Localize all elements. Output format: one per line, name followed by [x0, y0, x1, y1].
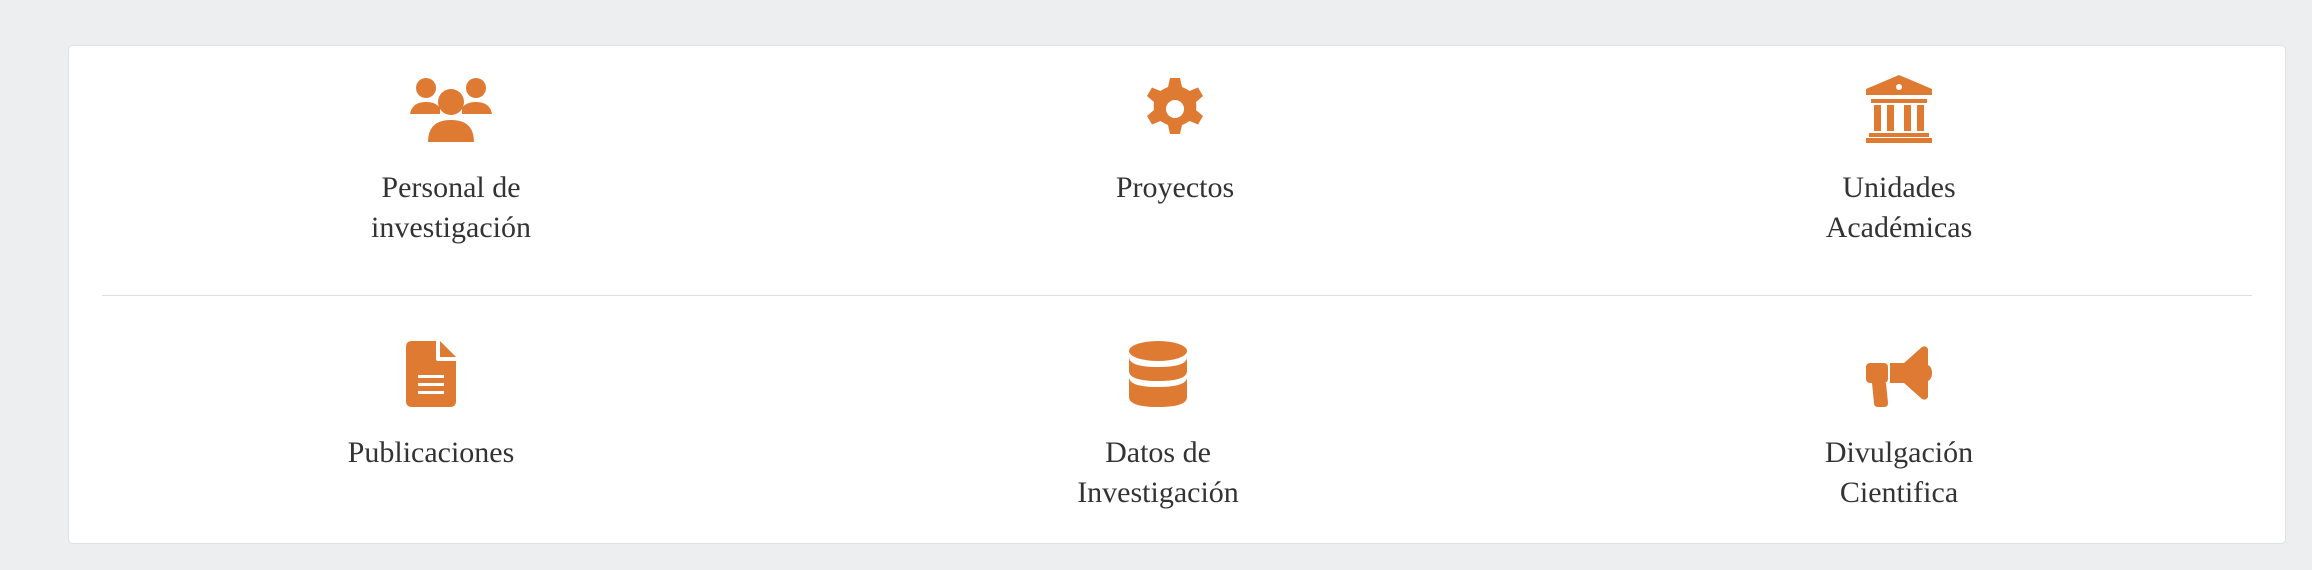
tile-label: Divulgación Cientifica — [1824, 436, 1974, 509]
gear-icon — [1142, 74, 1208, 144]
tile-label: Personal de investigación — [371, 171, 531, 244]
tile-personal-investigacion[interactable]: Personal de investigación — [201, 74, 701, 248]
tile-label: Datos de Investigación — [1077, 436, 1239, 509]
tile-datos-investigacion[interactable]: Datos de Investigación — [908, 339, 1408, 513]
tile-publicaciones[interactable]: Publicaciones — [181, 339, 681, 473]
users-icon — [410, 74, 492, 144]
institution-icon — [1866, 74, 1932, 144]
tile-label: Proyectos — [1115, 171, 1235, 204]
row-divider — [102, 295, 2252, 296]
bullhorn-icon — [1866, 339, 1932, 409]
tile-unidades-academicas[interactable]: Unidades Académicas — [1649, 74, 2149, 248]
category-card: Personal de investigación Proyectos Unid — [68, 45, 2286, 544]
tile-label: Publicaciones — [347, 436, 515, 469]
tile-proyectos[interactable]: Proyectos — [925, 74, 1425, 208]
database-icon — [1129, 339, 1187, 409]
tile-divulgacion-cientifica[interactable]: Divulgación Cientifica — [1649, 339, 2149, 513]
tile-label: Unidades Académicas — [1825, 171, 1973, 244]
file-text-icon — [406, 339, 456, 409]
